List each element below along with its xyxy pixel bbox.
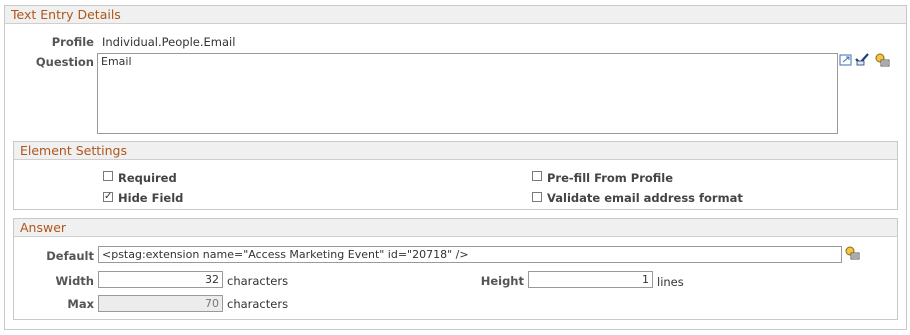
max-unit: characters [227, 297, 289, 311]
height-input[interactable]: 1 [528, 271, 653, 288]
required-checkbox[interactable] [103, 171, 113, 181]
default-label: Default [46, 249, 94, 263]
height-label: Height [480, 274, 524, 288]
prefill-label: Pre-fill From Profile [547, 171, 674, 185]
element-settings-title: Element Settings [20, 143, 127, 158]
answer-title: Answer [20, 220, 67, 235]
max-input: 70 [98, 295, 223, 312]
width-unit: characters [227, 274, 289, 288]
question-label: Question [35, 55, 94, 69]
profile-label: Profile [51, 35, 94, 49]
default-lookup-icon[interactable] [845, 246, 860, 260]
validate-email-label: Validate email address format [547, 191, 743, 205]
width-label: Width [55, 274, 94, 288]
hide-field-check-mark: ✓ [104, 191, 113, 202]
required-label: Required [118, 171, 177, 185]
lookup-icon[interactable] [875, 53, 890, 67]
profile-value: Individual.People.Email [102, 35, 236, 49]
question-textarea[interactable]: Email [97, 53, 838, 134]
height-unit: lines [657, 275, 684, 289]
hide-field-checkbox[interactable]: ✓ [103, 192, 113, 202]
validate-email-checkbox[interactable] [532, 192, 542, 202]
default-input[interactable]: <pstag:extension name="Access Marketing … [98, 246, 842, 263]
height-value: 1 [642, 273, 649, 286]
expand-text-icon[interactable] [839, 53, 854, 67]
text-entry-details-header: Text Entry Details [5, 6, 906, 24]
spell-check-icon[interactable] [855, 52, 870, 66]
element-settings-header: Element Settings [14, 142, 897, 160]
question-text: Email [101, 55, 132, 68]
width-value: 32 [205, 273, 219, 286]
default-value: <pstag:extension name="Access Marketing … [102, 248, 469, 261]
max-label: Max [67, 297, 94, 311]
width-input[interactable]: 32 [98, 271, 223, 288]
answer-header: Answer [14, 219, 897, 237]
hide-field-label: Hide Field [118, 191, 184, 205]
prefill-checkbox[interactable] [532, 171, 542, 181]
max-value: 70 [205, 297, 219, 310]
section-title: Text Entry Details [11, 7, 121, 22]
